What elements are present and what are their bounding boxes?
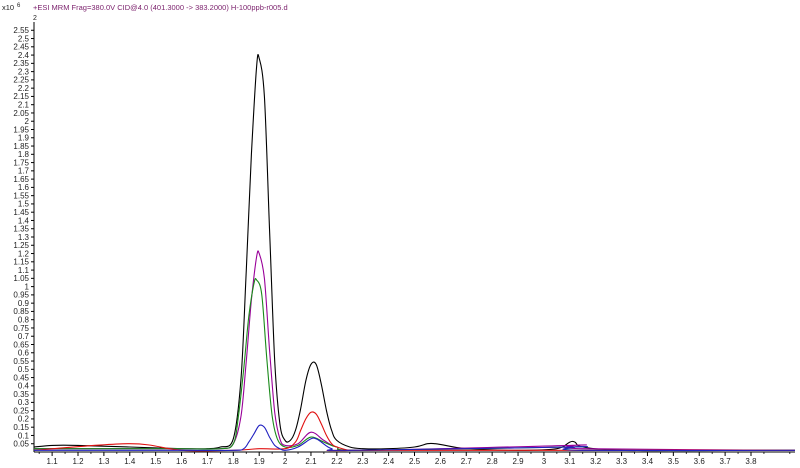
- y-tick-label: 1.45: [13, 208, 29, 217]
- y-tick-label: 0.45: [13, 373, 29, 382]
- x-tick-label: 3.7: [720, 457, 732, 466]
- y-tick-label: 1.1: [18, 266, 30, 275]
- y-tick-label: 1.6: [18, 183, 30, 192]
- x-tick-label: 3.6: [694, 457, 706, 466]
- sub-marker-label: 2: [33, 15, 37, 22]
- y-tick-label: 2.5: [18, 34, 30, 43]
- y-tick-label: 1.15: [13, 258, 29, 267]
- y-tick-label: 1.65: [13, 175, 29, 184]
- x-tick-label: 2.9: [512, 457, 524, 466]
- y-tick-label: 1.8: [18, 150, 30, 159]
- y-tick-label: 0.35: [13, 390, 29, 399]
- x-tick-label: 3: [542, 457, 547, 466]
- plot-background: [0, 0, 800, 468]
- x-tick-label: 3.1: [564, 457, 576, 466]
- y-tick-label: 0.7: [18, 332, 30, 341]
- y-tick-label: 2.35: [13, 59, 29, 68]
- chromatogram-chart: x10 6 +ESI MRM Frag=380.0V CID@4.0 (401.…: [0, 0, 800, 468]
- x-tick-label: 2.2: [331, 457, 343, 466]
- y-tick-label: 0.05: [13, 440, 29, 449]
- y-tick-label: 0.8: [18, 315, 30, 324]
- x-tick-label: 1.5: [150, 457, 162, 466]
- y-tick-label: 1.95: [13, 125, 29, 134]
- y-tick-label: 1.35: [13, 225, 29, 234]
- y-tick-label: 1.05: [13, 274, 29, 283]
- x-tick-label: 1.4: [124, 457, 136, 466]
- y-tick-label: 0.75: [13, 324, 29, 333]
- x-tick-label: 2.7: [461, 457, 473, 466]
- y-tick-label: 1.2: [18, 249, 30, 258]
- x-tick-label: 2.3: [357, 457, 369, 466]
- x-tick-label: 2.4: [383, 457, 395, 466]
- y-tick-label: 1.55: [13, 191, 29, 200]
- y-tick-label: 1.25: [13, 241, 29, 250]
- y-tick-label: 0.4: [18, 382, 30, 391]
- y-tick-label: 0.3: [18, 398, 30, 407]
- x-tick-label: 3.3: [616, 457, 628, 466]
- y-tick-label: 2.05: [13, 109, 29, 118]
- x-tick-label: 2.5: [409, 457, 421, 466]
- y-tick-label: 0.65: [13, 340, 29, 349]
- y-tick-label: 1.85: [13, 142, 29, 151]
- x-tick-label: 1.3: [98, 457, 110, 466]
- y-tick-label: 2.45: [13, 43, 29, 52]
- x-tick-label: 1.2: [72, 457, 84, 466]
- x-tick-label: 2.1: [305, 457, 317, 466]
- y-tick-label: 1.9: [18, 134, 30, 143]
- y-tick-label: 1.7: [18, 167, 30, 176]
- x-tick-label: 2.8: [487, 457, 499, 466]
- y-multiplier-label: x10: [2, 3, 14, 12]
- x-tick-label: 3.4: [642, 457, 654, 466]
- y-tick-label: 0.15: [13, 423, 29, 432]
- y-tick-label: 2.15: [13, 92, 29, 101]
- x-tick-label: 1.7: [202, 457, 214, 466]
- y-tick-label: 0.9: [18, 299, 30, 308]
- y-tick-label: 2.25: [13, 76, 29, 85]
- x-tick-label: 3.8: [745, 457, 757, 466]
- x-tick-label: 1.6: [176, 457, 188, 466]
- y-tick-label: 1.4: [18, 216, 30, 225]
- y-tick-label: 0.2: [18, 415, 30, 424]
- y-tick-label: 2.1: [18, 100, 30, 109]
- y-tick-label: 0.1: [18, 431, 30, 440]
- y-tick-label: 1.5: [18, 200, 30, 209]
- y-tick-label: 2.2: [18, 84, 30, 93]
- x-tick-label: 2.6: [435, 457, 447, 466]
- x-tick-label: 1.9: [254, 457, 266, 466]
- x-tick-label: 1.1: [47, 457, 59, 466]
- y-tick-label: 1.75: [13, 158, 29, 167]
- x-tick-label: 2: [283, 457, 288, 466]
- y-tick-label: 0.55: [13, 357, 29, 366]
- y-tick-label: 0.85: [13, 307, 29, 316]
- y-tick-label: 2: [25, 117, 30, 126]
- y-tick-label: 1.3: [18, 233, 30, 242]
- x-tick-label: 1.8: [228, 457, 240, 466]
- y-tick-label: 0.6: [18, 349, 30, 358]
- y-tick-label: 0.5: [18, 365, 30, 374]
- chart-header-title: +ESI MRM Frag=380.0V CID@4.0 (401.3000 -…: [33, 3, 288, 12]
- y-tick-label: 0.25: [13, 406, 29, 415]
- x-tick-label: 3.5: [668, 457, 680, 466]
- y-tick-label: 1: [25, 282, 30, 291]
- y-tick-label: 2.55: [13, 26, 29, 35]
- x-tick-label: 3.2: [590, 457, 602, 466]
- y-tick-label: 2.4: [18, 51, 30, 60]
- y-tick-label: 2.3: [18, 67, 30, 76]
- y-tick-label: 0.95: [13, 291, 29, 300]
